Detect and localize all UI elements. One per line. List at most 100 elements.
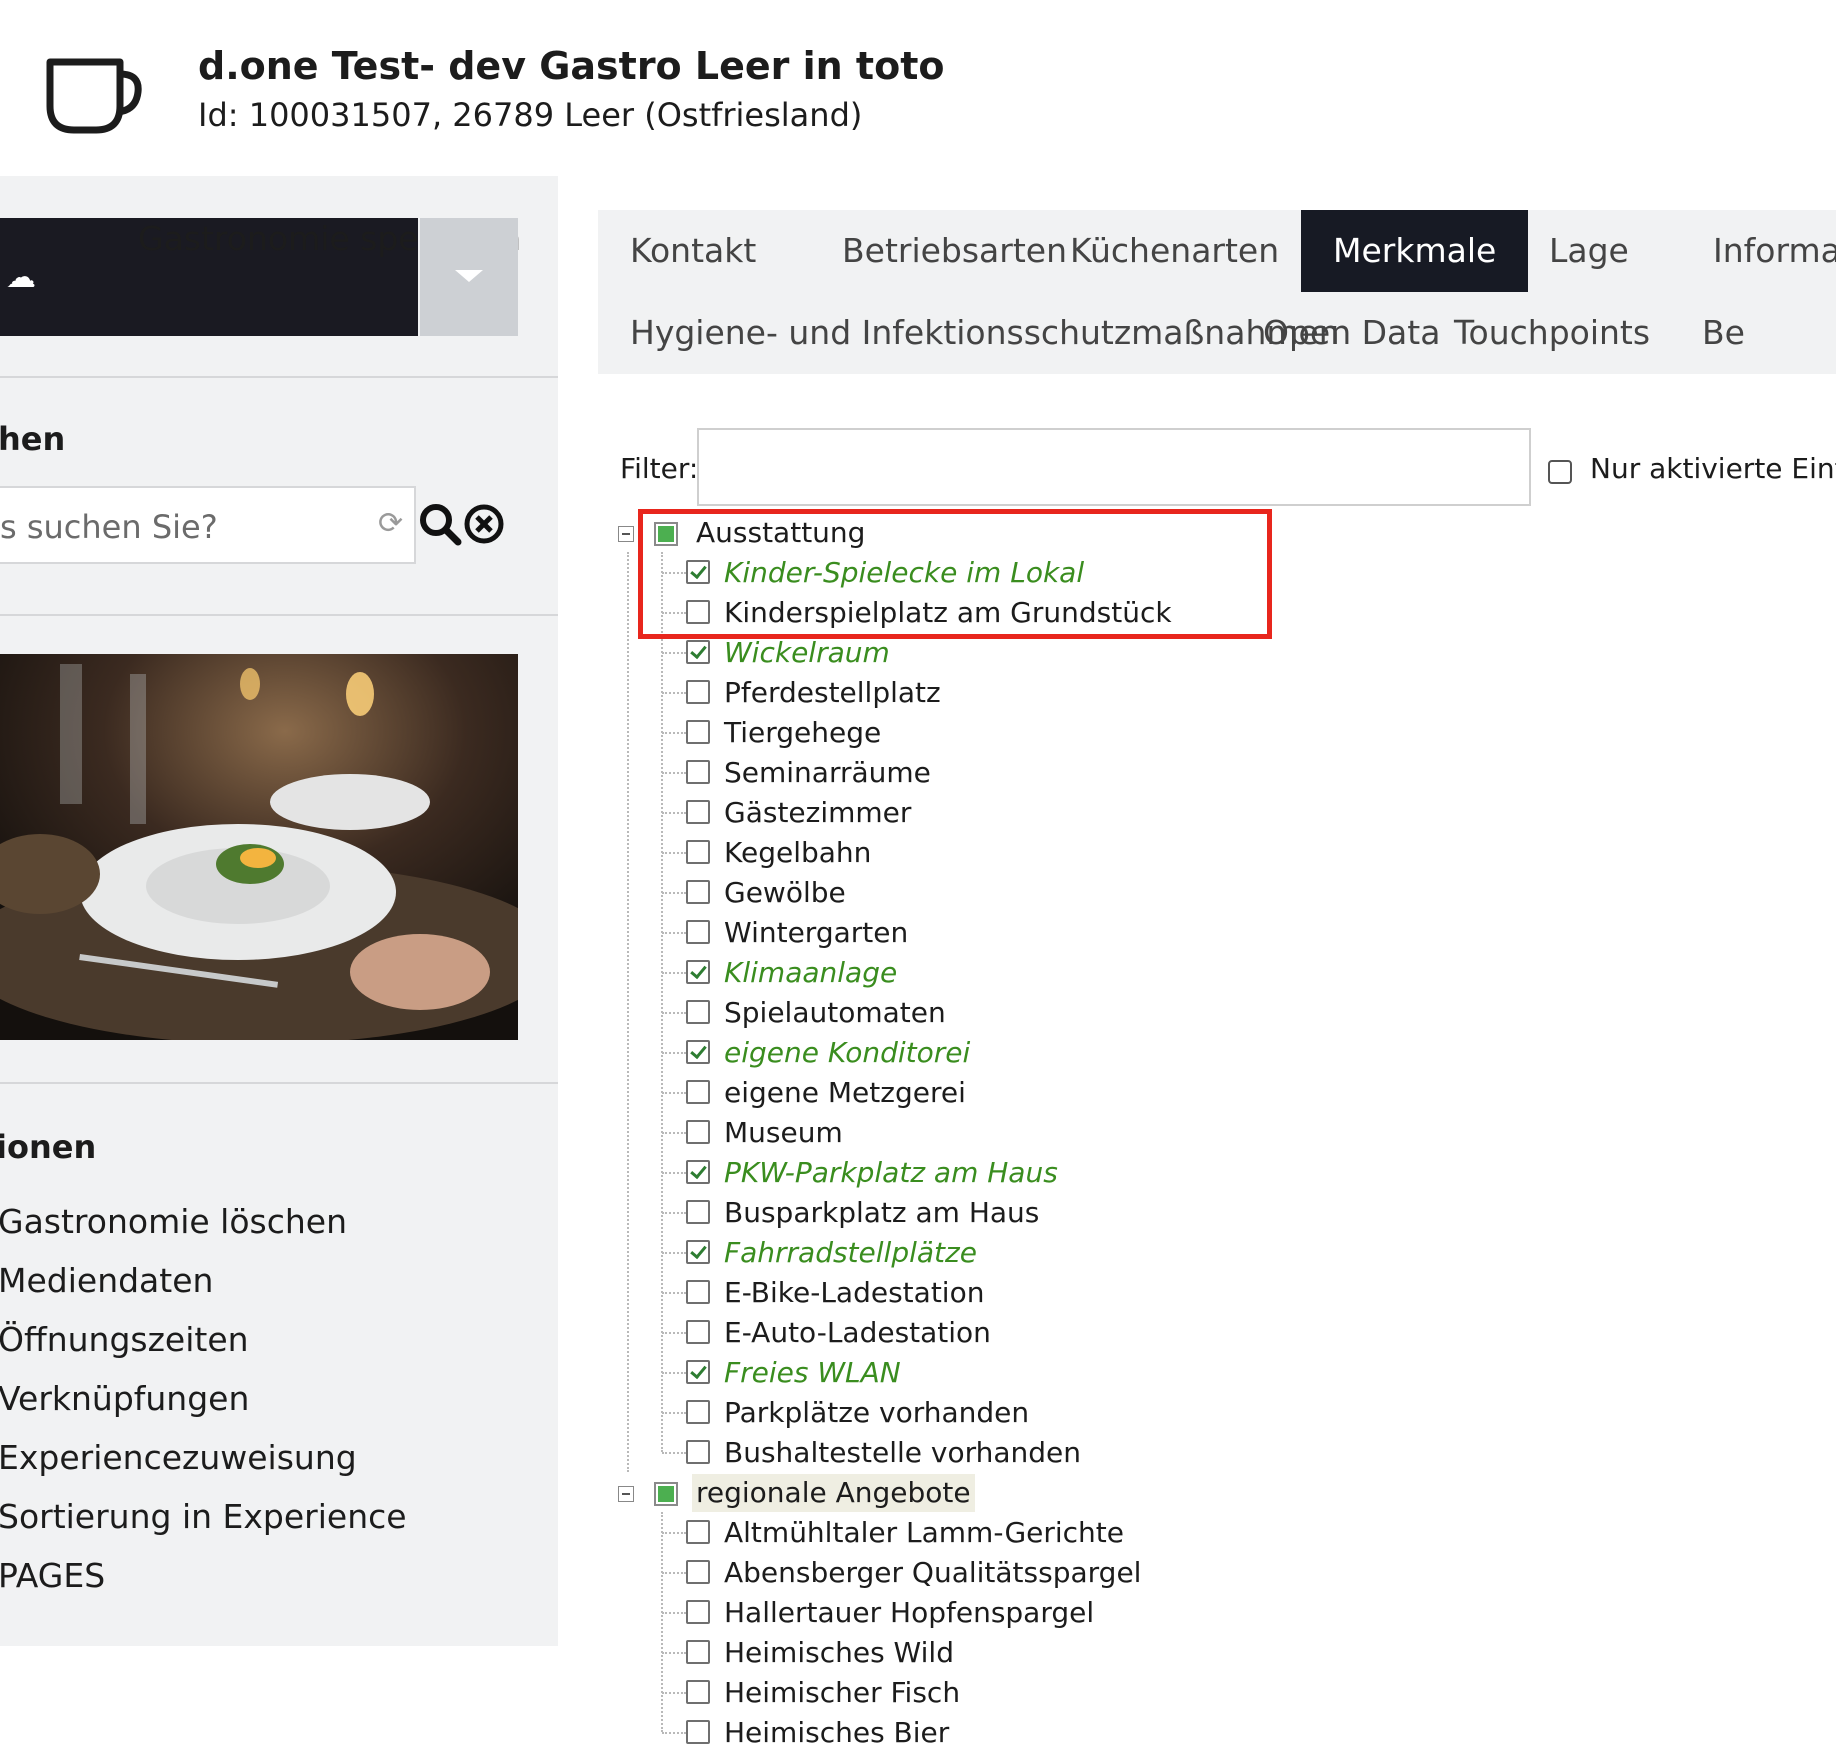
- tree-item-label[interactable]: Abensberger Qualitätsspargel: [724, 1556, 1141, 1590]
- tree-item-checkbox[interactable]: [686, 1360, 710, 1384]
- tree-item-checkbox[interactable]: [686, 1440, 710, 1464]
- tree-item-label[interactable]: Tiergehege: [724, 716, 881, 750]
- tree-item-checkbox[interactable]: [686, 600, 710, 624]
- tree-item-label[interactable]: Altmühltaler Lamm-Gerichte: [724, 1516, 1124, 1550]
- collapse-icon[interactable]: [618, 526, 634, 542]
- tree-item[interactable]: Fahrradstellplätze: [600, 1232, 1836, 1272]
- tree-item-checkbox[interactable]: [686, 1040, 710, 1064]
- tree-item-label[interactable]: E-Auto-Ladestation: [724, 1316, 991, 1350]
- tree-item-label[interactable]: Museum: [724, 1116, 843, 1150]
- action-opening-hours[interactable]: Öffnungszeiten: [0, 1320, 249, 1359]
- save-button[interactable]: ☁ Gastronomie speichern: [0, 218, 521, 336]
- group-label[interactable]: Ausstattung: [692, 514, 869, 552]
- action-media[interactable]: Mediendaten: [0, 1261, 213, 1300]
- tree-item[interactable]: Freies WLAN: [600, 1352, 1836, 1392]
- group-checkbox[interactable]: [654, 522, 678, 546]
- tree-item-label[interactable]: Heimisches Bier: [724, 1716, 949, 1750]
- tree-item[interactable]: Kegelbahn: [600, 832, 1836, 872]
- action-experience-assignment[interactable]: Experiencezuweisung: [0, 1438, 357, 1477]
- tab-merkmale[interactable]: Merkmale: [1301, 210, 1529, 292]
- tree-item[interactable]: E-Auto-Ladestation: [600, 1312, 1836, 1352]
- tree-item-checkbox[interactable]: [686, 1120, 710, 1144]
- tree-item-checkbox[interactable]: [686, 1680, 710, 1704]
- tree-item-label[interactable]: Parkplätze vorhanden: [724, 1396, 1029, 1430]
- tree-item-label[interactable]: Hallertauer Hopfenspargel: [724, 1596, 1094, 1630]
- tree-item-label[interactable]: eigene Konditorei: [724, 1036, 970, 1070]
- tree-item-label[interactable]: Spielautomaten: [724, 996, 946, 1030]
- tree-item-label[interactable]: Klimaanlage: [724, 956, 897, 990]
- group-label[interactable]: regionale Angebote: [692, 1474, 975, 1512]
- tree-item-label[interactable]: Kinder-Spielecke im Lokal: [724, 556, 1084, 590]
- tree-item-checkbox[interactable]: [686, 1240, 710, 1264]
- tree-item-checkbox[interactable]: [686, 1400, 710, 1424]
- tree-item-checkbox[interactable]: [686, 1200, 710, 1224]
- only-active-checkbox[interactable]: [1548, 460, 1572, 484]
- tree-item-checkbox[interactable]: [686, 1600, 710, 1624]
- tree-item[interactable]: Heimisches Bier: [600, 1712, 1836, 1752]
- action-delete[interactable]: Gastronomie löschen: [0, 1202, 347, 1241]
- tree-item[interactable]: E-Bike-Ladestation: [600, 1272, 1836, 1312]
- tree-item-label[interactable]: Fahrradstellplätze: [724, 1236, 977, 1270]
- tree-item[interactable]: Parkplätze vorhanden: [600, 1392, 1836, 1432]
- tree-item-checkbox[interactable]: [686, 1720, 710, 1744]
- collapse-icon[interactable]: [618, 1486, 634, 1502]
- tree-item[interactable]: Wickelraum: [600, 632, 1836, 672]
- tree-item[interactable]: Bushaltestelle vorhanden: [600, 1432, 1836, 1472]
- tree-item-checkbox[interactable]: [686, 960, 710, 984]
- tree-item[interactable]: Museum: [600, 1112, 1836, 1152]
- tree-item[interactable]: eigene Konditorei: [600, 1032, 1836, 1072]
- tab-touchpoints[interactable]: Touchpoints: [1422, 292, 1682, 374]
- tree-item-label[interactable]: Kegelbahn: [724, 836, 871, 870]
- tree-item-checkbox[interactable]: [686, 640, 710, 664]
- tree-item-label[interactable]: Wintergarten: [724, 916, 908, 950]
- tree-item-label[interactable]: Gästezimmer: [724, 796, 911, 830]
- tree-item[interactable]: Spielautomaten: [600, 992, 1836, 1032]
- tab-lage[interactable]: Lage: [1517, 210, 1661, 292]
- tree-item[interactable]: Wintergarten: [600, 912, 1836, 952]
- tree-item[interactable]: Tiergehege: [600, 712, 1836, 752]
- tree-item-checkbox[interactable]: [686, 920, 710, 944]
- tree-item-label[interactable]: Pferdestellplatz: [724, 676, 941, 710]
- tree-item[interactable]: Hallertauer Hopfenspargel: [600, 1592, 1836, 1632]
- tree-item-checkbox[interactable]: [686, 1640, 710, 1664]
- tree-item-checkbox[interactable]: [686, 1320, 710, 1344]
- tree-item-checkbox[interactable]: [686, 1280, 710, 1304]
- search-input[interactable]: s suchen Sie? ⟳: [0, 486, 416, 564]
- action-pages[interactable]: PAGES: [0, 1556, 105, 1595]
- action-links[interactable]: Verknüpfungen: [0, 1379, 249, 1418]
- tree-item-label[interactable]: Freies WLAN: [724, 1356, 901, 1390]
- filter-input[interactable]: [697, 428, 1531, 506]
- tab-more[interactable]: Be: [1670, 292, 1777, 374]
- tree-item-checkbox[interactable]: [686, 1520, 710, 1544]
- tree-item[interactable]: Pferdestellplatz: [600, 672, 1836, 712]
- tree-item[interactable]: Heimisches Wild: [600, 1632, 1836, 1672]
- tree-item-label[interactable]: Kinderspielplatz am Grundstück: [724, 596, 1172, 630]
- tree-item[interactable]: Kinderspielplatz am Grundstück: [600, 592, 1836, 632]
- tree-item[interactable]: Altmühltaler Lamm-Gerichte: [600, 1512, 1836, 1552]
- tree-item-checkbox[interactable]: [686, 840, 710, 864]
- tree-item-checkbox[interactable]: [686, 800, 710, 824]
- tree-item[interactable]: Abensberger Qualitätsspargel: [600, 1552, 1836, 1592]
- tree-item-checkbox[interactable]: [686, 760, 710, 784]
- tree-item[interactable]: Seminarräume: [600, 752, 1836, 792]
- tab-kuechenarten[interactable]: Küchenarten: [1038, 210, 1311, 292]
- tree-item-checkbox[interactable]: [686, 560, 710, 584]
- clear-search-icon[interactable]: [464, 504, 504, 544]
- search-icon[interactable]: [418, 502, 462, 546]
- tree-item[interactable]: Gewölbe: [600, 872, 1836, 912]
- tree-item-label[interactable]: PKW-Parkplatz am Haus: [724, 1156, 1058, 1190]
- tree-item-checkbox[interactable]: [686, 1560, 710, 1584]
- tree-item-checkbox[interactable]: [686, 1080, 710, 1104]
- tab-informationen[interactable]: Informatio: [1681, 210, 1836, 292]
- tree-item-label[interactable]: Busparkplatz am Haus: [724, 1196, 1039, 1230]
- tree-item[interactable]: Kinder-Spielecke im Lokal: [600, 552, 1836, 592]
- tree-item-label[interactable]: eigene Metzgerei: [724, 1076, 966, 1110]
- tree-item-checkbox[interactable]: [686, 680, 710, 704]
- tree-item[interactable]: Heimischer Fisch: [600, 1672, 1836, 1712]
- group-checkbox[interactable]: [654, 1482, 678, 1506]
- save-dropdown-toggle[interactable]: [420, 218, 518, 336]
- tree-item-checkbox[interactable]: [686, 880, 710, 904]
- tree-item[interactable]: PKW-Parkplatz am Haus: [600, 1152, 1836, 1192]
- tree-item-label[interactable]: Seminarräume: [724, 756, 931, 790]
- tree-item-checkbox[interactable]: [686, 1000, 710, 1024]
